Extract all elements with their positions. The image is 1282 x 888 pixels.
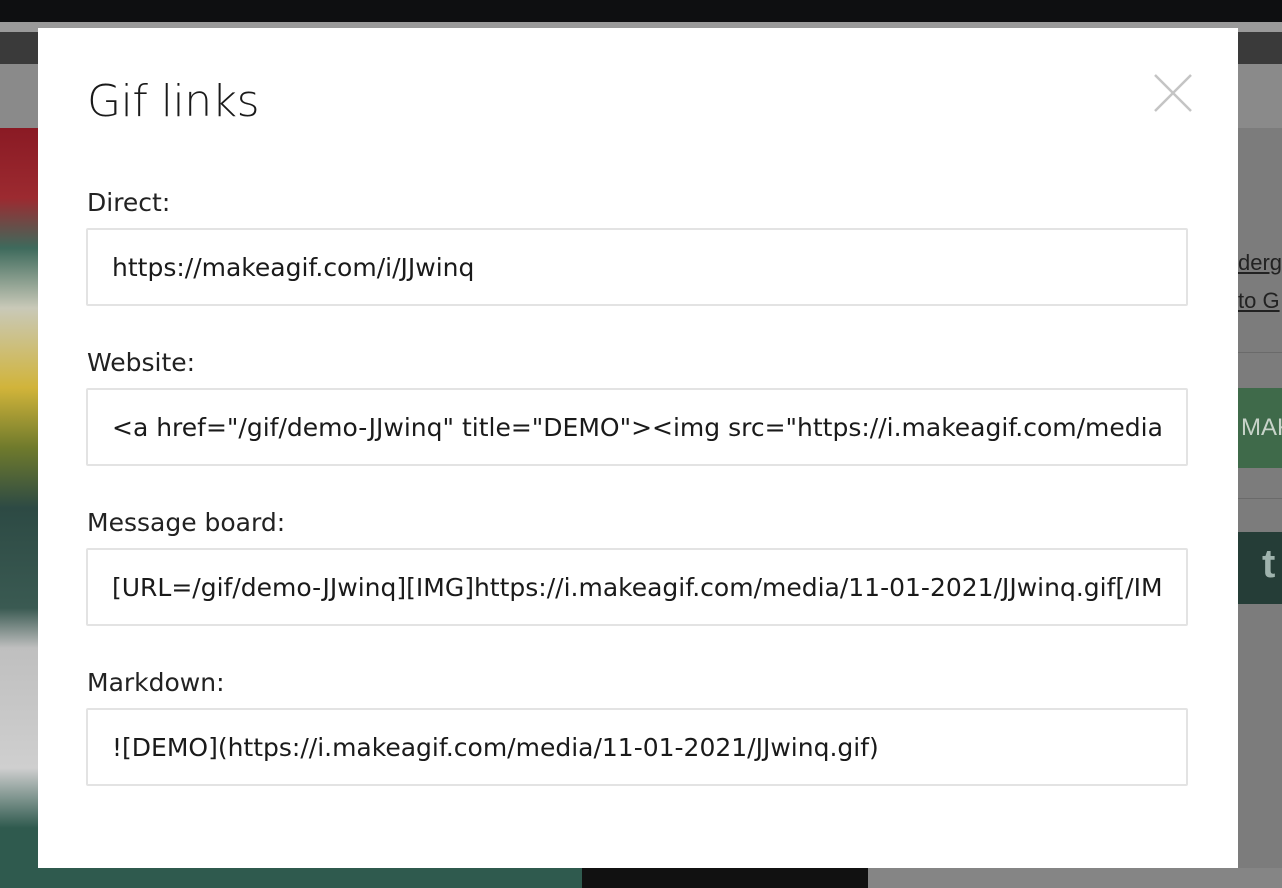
background-make-label: MAK [1241,414,1282,441]
website-embed-input[interactable] [86,388,1188,466]
background-link: derg [1238,250,1282,275]
background-bottom-panel [868,868,1282,888]
modal-title: Gif links [87,76,260,127]
close-button[interactable] [1152,72,1194,114]
background-bottom-art [0,868,582,888]
markdown-label: Markdown: [87,668,225,697]
message-board-label: Message board: [87,508,286,537]
background-share-button: t [1238,532,1282,604]
close-x-icon [1154,74,1192,112]
direct-label: Direct: [87,188,171,217]
background-bottom-bar [582,868,868,888]
website-label: Website: [87,348,196,377]
background-topbar [0,0,1282,22]
message-board-input[interactable] [86,548,1188,626]
background-artwork [0,128,40,888]
background-divider [1238,352,1282,353]
gif-links-modal: Gif links Direct: Website: Message board… [38,28,1238,868]
background-share-label: t [1262,542,1276,586]
background-link: to G [1238,288,1280,313]
background-links: derg to G [1238,244,1282,320]
direct-link-input[interactable] [86,228,1188,306]
background-sidebar [1238,128,1282,888]
background-divider [1238,498,1282,499]
markdown-input[interactable] [86,708,1188,786]
